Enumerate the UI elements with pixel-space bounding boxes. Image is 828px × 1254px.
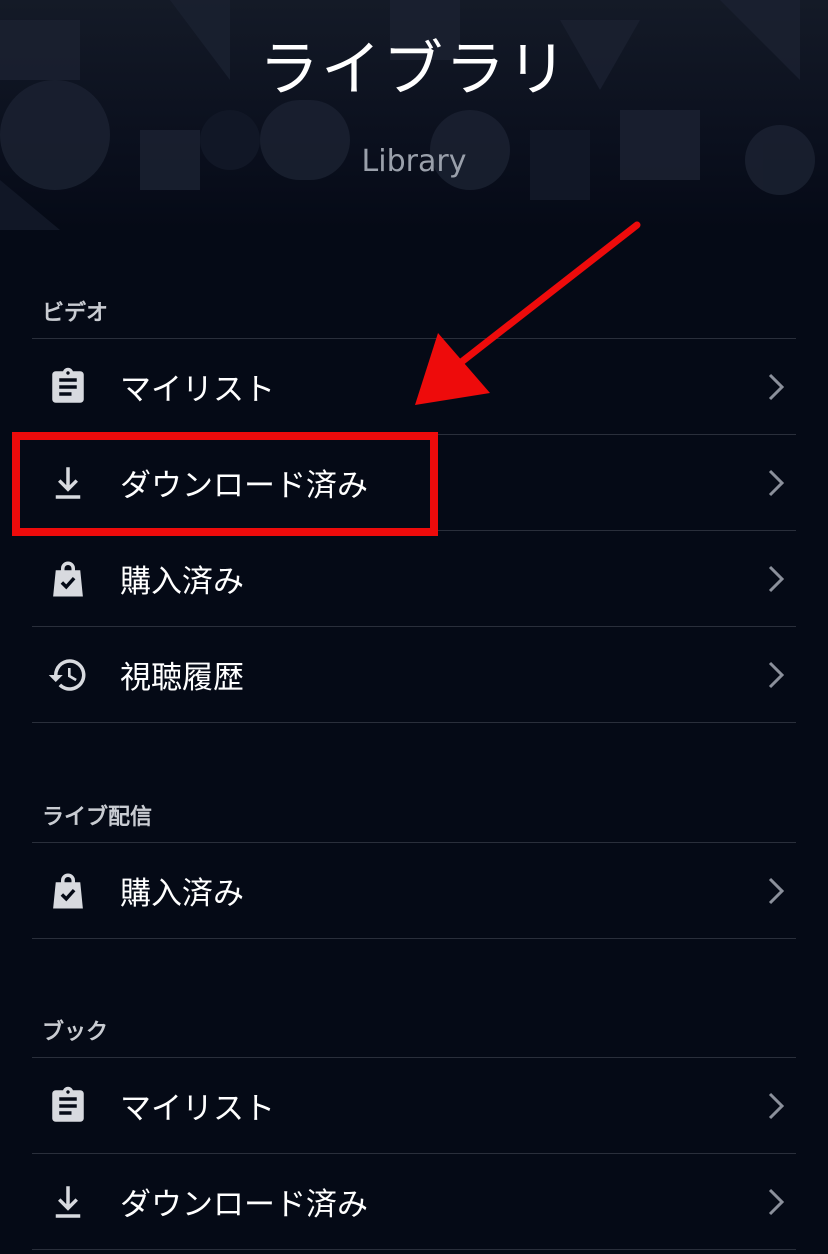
shopping-bag-check-icon [32,843,104,938]
list-item-label: 購入済み [120,564,244,600]
page-title: ライブラリ [259,35,569,105]
chevron-right-icon [756,531,796,626]
page-subtitle: Library [361,144,467,179]
chevron-right-icon [756,435,796,530]
annotation-arrow-icon [415,221,641,405]
list-item-live-purchased[interactable]: 購入済み [32,843,796,939]
list-item-video-history[interactable]: 視聴履歴 [32,627,796,723]
chevron-right-icon [756,339,796,434]
list-item-label: 視聴履歴 [120,660,244,696]
chevron-right-icon [756,1058,796,1153]
clipboard-icon [32,1058,104,1153]
live-list: 購入済み [32,842,796,939]
section-live: ライブ配信 購入済み [32,794,796,939]
list-item-label: 購入済み [120,876,244,912]
list-item-video-purchased[interactable]: 購入済み [32,531,796,627]
chevron-right-icon [756,843,796,938]
section-title-book: ブック [42,1020,109,1045]
library-header: ライブラリ Library [0,0,828,230]
clipboard-icon [32,339,104,434]
book-list: マイリスト ダウンロード済み [32,1057,796,1250]
annotation-highlight-box [12,432,438,536]
list-item-book-downloaded[interactable]: ダウンロード済み [32,1154,796,1250]
chevron-right-icon [756,627,796,722]
history-icon [32,627,104,722]
list-item-book-mylist[interactable]: マイリスト [32,1058,796,1154]
list-item-label: マイリスト [120,1091,275,1127]
section-book: ブック マイリスト ダウンロード済み [32,1009,796,1250]
chevron-right-icon [756,1154,796,1249]
download-icon [32,1154,104,1249]
shopping-bag-check-icon [32,531,104,626]
list-item-label: ダウンロード済み [120,1187,368,1223]
section-title-live: ライブ配信 [42,805,153,830]
